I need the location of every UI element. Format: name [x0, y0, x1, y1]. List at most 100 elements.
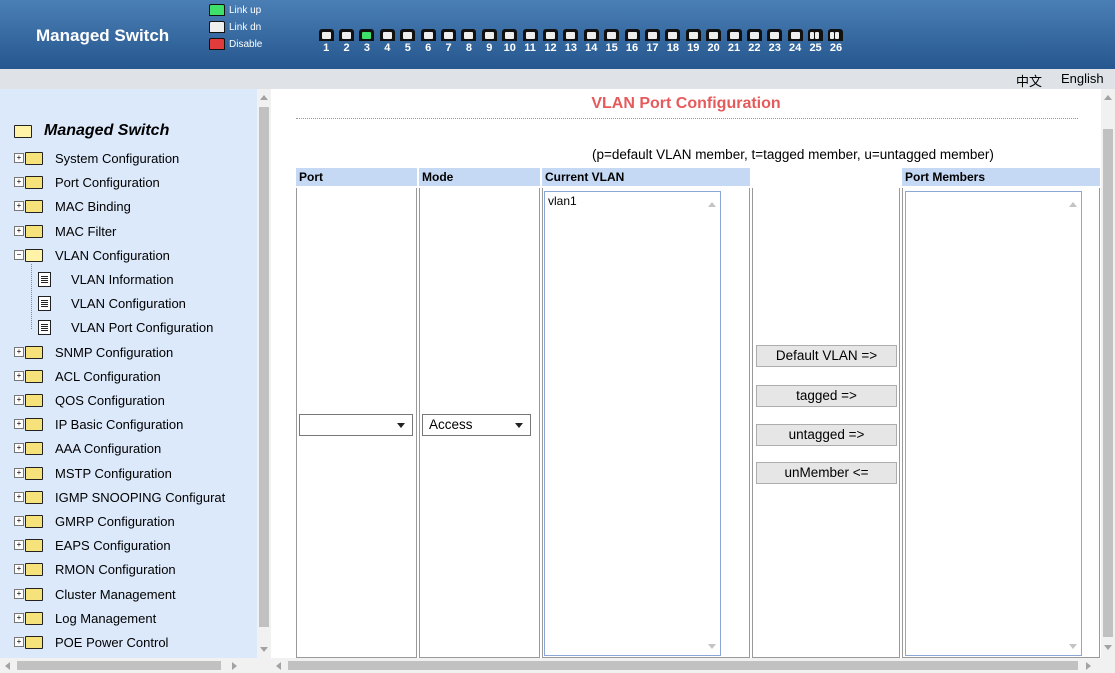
- expand-icon[interactable]: +: [14, 226, 24, 236]
- main-horizontal-scrollbar[interactable]: [271, 658, 1101, 673]
- expand-icon[interactable]: +: [14, 637, 24, 647]
- port-status-13[interactable]: 13: [561, 29, 581, 54]
- port-select[interactable]: [299, 414, 413, 436]
- collapse-icon[interactable]: −: [14, 250, 24, 260]
- sidebar-item-system-configuration[interactable]: + System Configuration: [14, 149, 179, 167]
- default-vlan-button[interactable]: Default VLAN =>: [756, 345, 897, 367]
- port-status-1[interactable]: 1: [316, 29, 336, 54]
- expand-icon[interactable]: +: [14, 347, 24, 357]
- sidebar-item-log-management[interactable]: + Log Management: [14, 609, 156, 627]
- expand-icon[interactable]: +: [14, 540, 24, 550]
- port-status-17[interactable]: 17: [642, 29, 662, 54]
- sidebar-item-mstp-configuration[interactable]: + MSTP Configuration: [14, 464, 172, 482]
- port-status-14[interactable]: 14: [581, 29, 601, 54]
- port-status-16[interactable]: 16: [622, 29, 642, 54]
- sidebar-item-snmp-configuration[interactable]: + SNMP Configuration: [14, 343, 173, 361]
- port-status-11[interactable]: 11: [520, 29, 540, 54]
- sidebar-item-mac-filter[interactable]: + MAC Filter: [14, 222, 116, 240]
- scrollbar-thumb[interactable]: [259, 107, 269, 627]
- scroll-down-icon[interactable]: [260, 647, 268, 652]
- listbox-scrollbar[interactable]: [1065, 192, 1081, 655]
- unmember-button[interactable]: unMember <=: [756, 462, 897, 484]
- port-status-26[interactable]: 26: [826, 29, 846, 54]
- expand-icon[interactable]: +: [14, 177, 24, 187]
- sidebar-vertical-scrollbar[interactable]: [257, 89, 271, 658]
- sidebar-item-rmon-configuration[interactable]: + RMON Configuration: [14, 560, 176, 578]
- scroll-up-icon[interactable]: [260, 95, 268, 100]
- port-status-23[interactable]: 23: [765, 29, 785, 54]
- scroll-right-icon[interactable]: [1086, 662, 1091, 670]
- sidebar-item-mac-binding[interactable]: + MAC Binding: [14, 197, 131, 215]
- expand-icon[interactable]: +: [14, 613, 24, 623]
- sidebar-item-port-configuration[interactable]: + Port Configuration: [14, 173, 160, 191]
- sidebar-horizontal-scrollbar[interactable]: [0, 658, 271, 673]
- port-status-10[interactable]: 10: [500, 29, 520, 54]
- sidebar-item-igmp-snooping-configurat[interactable]: + IGMP SNOOPING Configurat: [14, 488, 225, 506]
- sidebar-item-qos-configuration[interactable]: + QOS Configuration: [14, 391, 165, 409]
- expand-icon[interactable]: +: [14, 589, 24, 599]
- sidebar-item-aaa-configuration[interactable]: + AAA Configuration: [14, 439, 161, 457]
- scroll-down-icon[interactable]: [1104, 645, 1112, 650]
- tagged-button[interactable]: tagged =>: [756, 385, 897, 407]
- scroll-left-icon[interactable]: [276, 662, 281, 670]
- scroll-up-icon[interactable]: [708, 202, 716, 207]
- sidebar-item-ip-basic-configuration[interactable]: + IP Basic Configuration: [14, 415, 183, 433]
- expand-icon[interactable]: +: [14, 443, 24, 453]
- port-status-18[interactable]: 18: [663, 29, 683, 54]
- port-status-19[interactable]: 19: [683, 29, 703, 54]
- port-status-6[interactable]: 6: [418, 29, 438, 54]
- port-status-20[interactable]: 20: [703, 29, 723, 54]
- sidebar-item-vlan-configuration[interactable]: − VLAN Configuration: [14, 246, 170, 264]
- port-status-3[interactable]: 3: [357, 29, 377, 54]
- port-status-12[interactable]: 12: [540, 29, 560, 54]
- scrollbar-thumb[interactable]: [288, 661, 1078, 670]
- sidebar-root[interactable]: Managed Switch: [14, 122, 169, 140]
- port-members-listbox[interactable]: [905, 191, 1082, 656]
- list-item[interactable]: vlan1: [545, 192, 720, 208]
- scrollbar-thumb[interactable]: [17, 661, 221, 670]
- expand-icon[interactable]: +: [14, 153, 24, 163]
- expand-icon[interactable]: +: [14, 492, 24, 502]
- scroll-down-icon[interactable]: [708, 644, 716, 649]
- language-chinese-link[interactable]: 中文: [1016, 71, 1042, 90]
- expand-icon[interactable]: +: [14, 201, 24, 211]
- sidebar-item-acl-configuration[interactable]: + ACL Configuration: [14, 367, 161, 385]
- port-status-9[interactable]: 9: [479, 29, 499, 54]
- expand-icon[interactable]: +: [14, 468, 24, 478]
- untagged-button[interactable]: untagged =>: [756, 424, 897, 446]
- listbox-scrollbar[interactable]: [704, 192, 720, 655]
- scroll-down-icon[interactable]: [1069, 644, 1077, 649]
- port-number: 12: [544, 42, 557, 54]
- current-vlan-listbox[interactable]: vlan1: [544, 191, 721, 656]
- sidebar-item-gmrp-configuration[interactable]: + GMRP Configuration: [14, 512, 175, 530]
- scroll-up-icon[interactable]: [1069, 202, 1077, 207]
- expand-icon[interactable]: +: [14, 395, 24, 405]
- scroll-up-icon[interactable]: [1104, 95, 1112, 100]
- port-status-7[interactable]: 7: [438, 29, 458, 54]
- sidebar-item-eaps-configuration[interactable]: + EAPS Configuration: [14, 536, 171, 554]
- sidebar-subitem-vlan-information[interactable]: VLAN Information: [38, 270, 174, 288]
- scrollbar-thumb[interactable]: [1103, 129, 1113, 637]
- main-vertical-scrollbar[interactable]: [1101, 89, 1115, 673]
- language-english-link[interactable]: English: [1061, 71, 1104, 86]
- port-status-22[interactable]: 22: [744, 29, 764, 54]
- sidebar-item-cluster-management[interactable]: + Cluster Management: [14, 585, 176, 603]
- port-status-21[interactable]: 21: [724, 29, 744, 54]
- expand-icon[interactable]: +: [14, 419, 24, 429]
- port-status-24[interactable]: 24: [785, 29, 805, 54]
- port-status-4[interactable]: 4: [377, 29, 397, 54]
- sidebar-subitem-vlan-port-configuration[interactable]: VLAN Port Configuration: [38, 318, 213, 336]
- sidebar-item-poe-power-control[interactable]: + POE Power Control: [14, 633, 168, 651]
- port-status-5[interactable]: 5: [398, 29, 418, 54]
- scroll-left-icon[interactable]: [5, 662, 10, 670]
- scroll-right-icon[interactable]: [232, 662, 237, 670]
- expand-icon[interactable]: +: [14, 564, 24, 574]
- expand-icon[interactable]: +: [14, 516, 24, 526]
- port-status-2[interactable]: 2: [336, 29, 356, 54]
- sidebar-subitem-vlan-configuration[interactable]: VLAN Configuration: [38, 294, 186, 312]
- port-status-25[interactable]: 25: [805, 29, 825, 54]
- port-status-15[interactable]: 15: [601, 29, 621, 54]
- expand-icon[interactable]: +: [14, 371, 24, 381]
- mode-select[interactable]: Access: [422, 414, 531, 436]
- port-status-8[interactable]: 8: [459, 29, 479, 54]
